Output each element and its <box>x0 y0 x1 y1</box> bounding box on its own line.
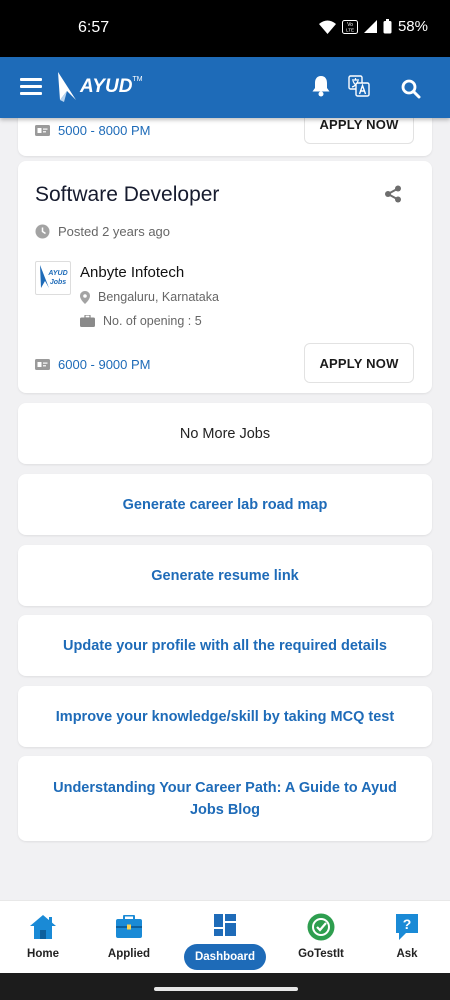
job-card[interactable]: Software Developer Posted 2 years ago AY… <box>18 161 432 393</box>
company-logo: AYUD Jobs <box>35 261 71 295</box>
career-blog-card[interactable]: Understanding Your Career Path: A Guide … <box>18 756 432 841</box>
salary-row: 5000 - 8000 PM <box>35 123 151 138</box>
nav-ask[interactable]: ? Ask <box>367 901 447 974</box>
nav-gotestit-label: GoTestIt <box>298 948 344 960</box>
nav-gotestit[interactable]: GoTestIt <box>281 901 361 974</box>
location-text: Bengaluru, Karnataka <box>98 290 219 304</box>
salary-row: 6000 - 9000 PM <box>35 357 151 372</box>
nav-dashboard-label: Dashboard <box>183 944 267 970</box>
home-icon <box>29 914 57 940</box>
nav-ask-label: Ask <box>396 948 418 960</box>
status-icons: Vo LTE 58% <box>318 18 428 35</box>
gesture-navigation-area <box>0 973 450 1000</box>
location-row: Bengaluru, Karnataka <box>80 290 219 304</box>
career-roadmap-card[interactable]: Generate career lab road map <box>18 474 432 535</box>
salary-text: 5000 - 8000 PM <box>58 123 151 138</box>
posted-row: Posted 2 years ago <box>35 224 170 239</box>
job-feed[interactable]: 5000 - 8000 PM APPLY NOW Software Develo… <box>0 118 450 900</box>
svg-text:AYUD: AYUD <box>47 270 67 277</box>
battery-percent: 58% <box>397 18 428 35</box>
battery-icon <box>383 19 392 34</box>
career-blog-link[interactable]: Understanding Your Career Path: A Guide … <box>18 777 432 821</box>
svg-text:Jobs: Jobs <box>50 279 66 286</box>
salary-icon <box>35 125 50 136</box>
translate-icon[interactable] <box>348 75 370 102</box>
location-pin-icon <box>80 290 90 304</box>
nav-home-label: Home <box>27 948 59 960</box>
volte-icon: VoLTE <box>341 19 358 34</box>
job-card-previous: 5000 - 8000 PM APPLY NOW <box>18 118 432 156</box>
briefcase-small-icon <box>80 315 95 327</box>
logo-trademark: TM <box>132 75 143 83</box>
app-bar: AYUD TM <box>0 57 450 118</box>
nav-dashboard[interactable]: Dashboard <box>183 901 267 974</box>
svg-text:?: ? <box>403 916 412 932</box>
svg-text:LTE: LTE <box>346 27 354 32</box>
resume-link-card[interactable]: Generate resume link <box>18 545 432 606</box>
signal-icon <box>363 20 377 33</box>
company-name: Anbyte Infotech <box>80 264 185 281</box>
dashboard-icon <box>214 912 236 938</box>
gesture-handle[interactable] <box>154 987 298 991</box>
status-time: 6:57 <box>78 19 110 36</box>
apply-now-button[interactable]: APPLY NOW <box>304 118 414 144</box>
bottom-navigation: Home Applied Dashboard GoTestIt ? Ask <box>0 900 450 973</box>
ayud-logo[interactable]: AYUD TM <box>56 70 143 104</box>
mcq-test-link[interactable]: Improve your knowledge/skill by taking M… <box>36 706 414 728</box>
no-more-jobs-text: No More Jobs <box>179 425 271 442</box>
question-icon: ? <box>394 914 420 940</box>
update-profile-link[interactable]: Update your profile with all the require… <box>43 635 407 657</box>
nav-applied[interactable]: Applied <box>89 901 169 974</box>
nav-home[interactable]: Home <box>3 901 83 974</box>
status-bar: 6:57 Vo LTE 58% <box>0 0 450 57</box>
posted-text: Posted 2 years ago <box>58 224 171 239</box>
update-profile-card[interactable]: Update your profile with all the require… <box>18 615 432 676</box>
salary-text: 6000 - 9000 PM <box>58 357 151 372</box>
resume-link[interactable]: Generate resume link <box>131 565 319 587</box>
company-logo-icon: AYUD Jobs <box>40 265 68 288</box>
briefcase-icon <box>115 914 143 940</box>
logo-plane-icon <box>58 72 76 102</box>
openings-row: No. of opening : 5 <box>80 314 202 328</box>
mcq-test-card[interactable]: Improve your knowledge/skill by taking M… <box>18 686 432 747</box>
notification-bell-icon[interactable] <box>311 75 331 102</box>
search-icon[interactable] <box>401 79 421 104</box>
salary-icon <box>35 359 50 370</box>
openings-text: No. of opening : 5 <box>103 314 202 328</box>
no-more-jobs-card: No More Jobs <box>18 403 432 464</box>
apply-now-button[interactable]: APPLY NOW <box>304 343 414 383</box>
nav-applied-label: Applied <box>107 948 151 960</box>
logo-text: AYUD <box>80 76 133 97</box>
menu-button[interactable] <box>20 78 42 96</box>
job-title: Software Developer <box>35 183 220 206</box>
gotestit-icon <box>307 913 335 941</box>
clock-icon <box>35 224 50 239</box>
share-icon[interactable] <box>384 185 402 208</box>
career-roadmap-link[interactable]: Generate career lab road map <box>103 494 348 516</box>
wifi-icon <box>318 20 336 34</box>
